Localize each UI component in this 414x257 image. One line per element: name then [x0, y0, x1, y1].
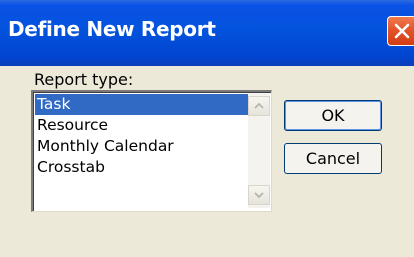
ok-button[interactable]: OK [284, 100, 382, 131]
report-type-listbox[interactable]: Task Resource Monthly Calendar Crosstab [31, 90, 272, 212]
chevron-down-icon [254, 192, 264, 199]
scroll-down-button[interactable] [248, 185, 270, 205]
title-bar[interactable]: Define New Report [0, 0, 414, 66]
scroll-up-button[interactable] [248, 96, 270, 116]
report-type-list: Task Resource Monthly Calendar Crosstab [35, 94, 248, 178]
dialog-body: Report type: Task Resource Monthly Calen… [4, 66, 410, 253]
vertical-scrollbar[interactable] [248, 93, 270, 208]
chevron-up-icon [254, 102, 264, 109]
report-type-label: Report type: [34, 70, 134, 89]
cancel-button[interactable]: Cancel [284, 143, 382, 174]
list-item-crosstab[interactable]: Crosstab [35, 157, 248, 178]
close-button[interactable] [387, 16, 414, 46]
list-item-monthly-calendar[interactable]: Monthly Calendar [35, 136, 248, 157]
close-icon [394, 23, 410, 39]
list-item-task[interactable]: Task [35, 94, 248, 115]
list-item-resource[interactable]: Resource [35, 115, 248, 136]
dialog-title: Define New Report [8, 17, 216, 41]
define-new-report-dialog: Define New Report Report type: Task Reso… [0, 0, 414, 257]
